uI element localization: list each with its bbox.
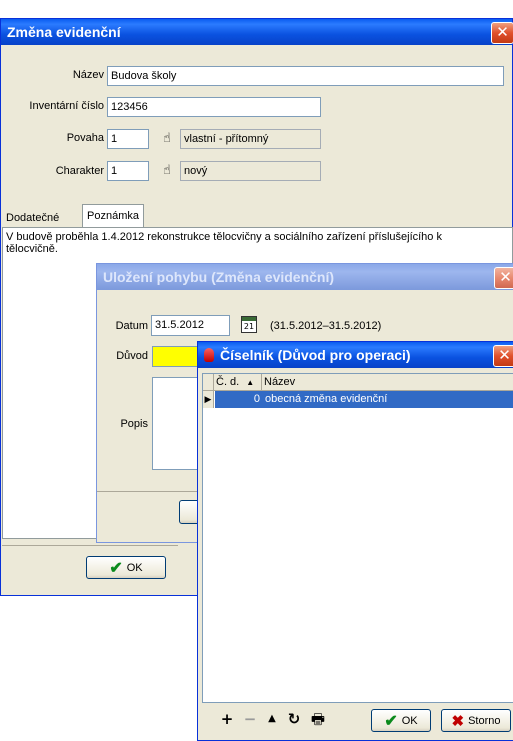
codebook-dialog-close-button[interactable]: ✕ bbox=[493, 345, 513, 367]
current-row-pointer-icon: ▶ bbox=[203, 391, 214, 408]
save-dialog-title: Uložení pohybu (Změna evidenční) bbox=[103, 269, 335, 285]
pick-hand-icon[interactable]: ☝ bbox=[160, 131, 174, 147]
calendar-icon[interactable]: 21 bbox=[241, 316, 257, 333]
pick-hand-icon[interactable]: ☝ bbox=[160, 163, 174, 179]
column-header-code[interactable]: Č. d. ▲ bbox=[216, 374, 262, 390]
move-up-icon[interactable]: ▲ bbox=[264, 711, 280, 727]
main-footer-separator bbox=[2, 545, 178, 546]
sort-ascending-icon: ▲ bbox=[246, 378, 255, 387]
column-header-code-label: Č. d. bbox=[216, 376, 240, 388]
nature-text-field: vlastní - přítomný bbox=[180, 129, 321, 149]
name-field[interactable]: Budova školy bbox=[107, 66, 504, 86]
date-field[interactable]: 31.5.2012 bbox=[151, 315, 230, 336]
codebook-dialog: Číselník (Důvod pro operaci) ✕ Č. d. ▲ N… bbox=[197, 341, 513, 741]
codebook-dialog-titlebar[interactable]: Číselník (Důvod pro operaci) bbox=[198, 342, 513, 368]
save-footer-separator bbox=[97, 491, 201, 492]
row-name-cell: obecná změna evidenční bbox=[263, 391, 513, 408]
grid-header-indicator-cell bbox=[203, 374, 214, 390]
codebook-ok-label: OK bbox=[401, 714, 418, 727]
inventory-number-field[interactable]: 123456 bbox=[107, 97, 321, 117]
main-dialog-title: Změna evidenční bbox=[7, 24, 121, 40]
main-ok-label: OK bbox=[126, 561, 143, 574]
print-icon[interactable]: 🖶 bbox=[310, 711, 326, 727]
nature-label: Povaha bbox=[66, 132, 104, 144]
cross-icon: ✖ bbox=[451, 712, 465, 730]
calendar-day: 21 bbox=[243, 322, 255, 331]
character-code-field[interactable]: 1 bbox=[107, 161, 149, 181]
note-text[interactable]: V budově proběhla 1.4.2012 rekonstrukce … bbox=[6, 231, 484, 255]
date-range-text: (31.5.2012–31.5.2012) bbox=[270, 320, 382, 332]
codebook-ok-button[interactable]: ✔ OK bbox=[371, 709, 431, 732]
checkmark-icon: ✔ bbox=[109, 559, 123, 577]
save-dialog-titlebar[interactable]: Uložení pohybu (Změna evidenční) bbox=[97, 264, 513, 290]
app-icon bbox=[204, 348, 214, 362]
close-icon: ✕ bbox=[499, 268, 512, 286]
storno-label: Storno bbox=[468, 714, 501, 727]
remove-icon[interactable]: − bbox=[242, 711, 258, 727]
storno-button[interactable]: ✖ Storno bbox=[441, 709, 511, 732]
add-icon[interactable]: + bbox=[219, 711, 235, 727]
main-ok-button[interactable]: ✔ OK bbox=[86, 556, 166, 579]
main-dialog-close-button[interactable]: ✕ bbox=[491, 22, 513, 44]
tab-poznamka[interactable]: Poznámka bbox=[82, 204, 144, 228]
codebook-grid: Č. d. ▲ Název ▶ 0 obecná změna evidenční bbox=[202, 373, 513, 703]
refresh-icon[interactable]: ↻ bbox=[286, 711, 302, 727]
date-label: Datum bbox=[115, 320, 148, 332]
codebook-dialog-title: Číselník (Důvod pro operaci) bbox=[220, 347, 411, 363]
table-row[interactable]: ▶ 0 obecná změna evidenční bbox=[203, 391, 513, 408]
main-dialog-titlebar[interactable]: Změna evidenční bbox=[1, 19, 512, 45]
tab-dodatecne[interactable]: Dodatečné bbox=[2, 208, 63, 228]
inventory-number-label: Inventární číslo bbox=[29, 100, 104, 112]
character-label: Charakter bbox=[55, 165, 104, 177]
character-text-field: nový bbox=[180, 161, 321, 181]
checkmark-icon: ✔ bbox=[384, 712, 398, 730]
save-dialog-close-button[interactable]: ✕ bbox=[494, 267, 513, 289]
description-label: Popis bbox=[120, 418, 148, 430]
reason-field[interactable] bbox=[152, 346, 202, 367]
row-code-cell: 0 bbox=[215, 391, 263, 408]
close-icon: ✕ bbox=[496, 23, 509, 41]
column-header-name[interactable]: Název bbox=[264, 374, 464, 390]
grid-header: Č. d. ▲ Název bbox=[203, 374, 513, 391]
reason-label: Důvod bbox=[116, 350, 148, 362]
nature-code-field[interactable]: 1 bbox=[107, 129, 149, 149]
name-label: Název bbox=[72, 69, 104, 81]
column-header-name-label: Název bbox=[264, 376, 296, 388]
close-icon: ✕ bbox=[498, 346, 511, 364]
